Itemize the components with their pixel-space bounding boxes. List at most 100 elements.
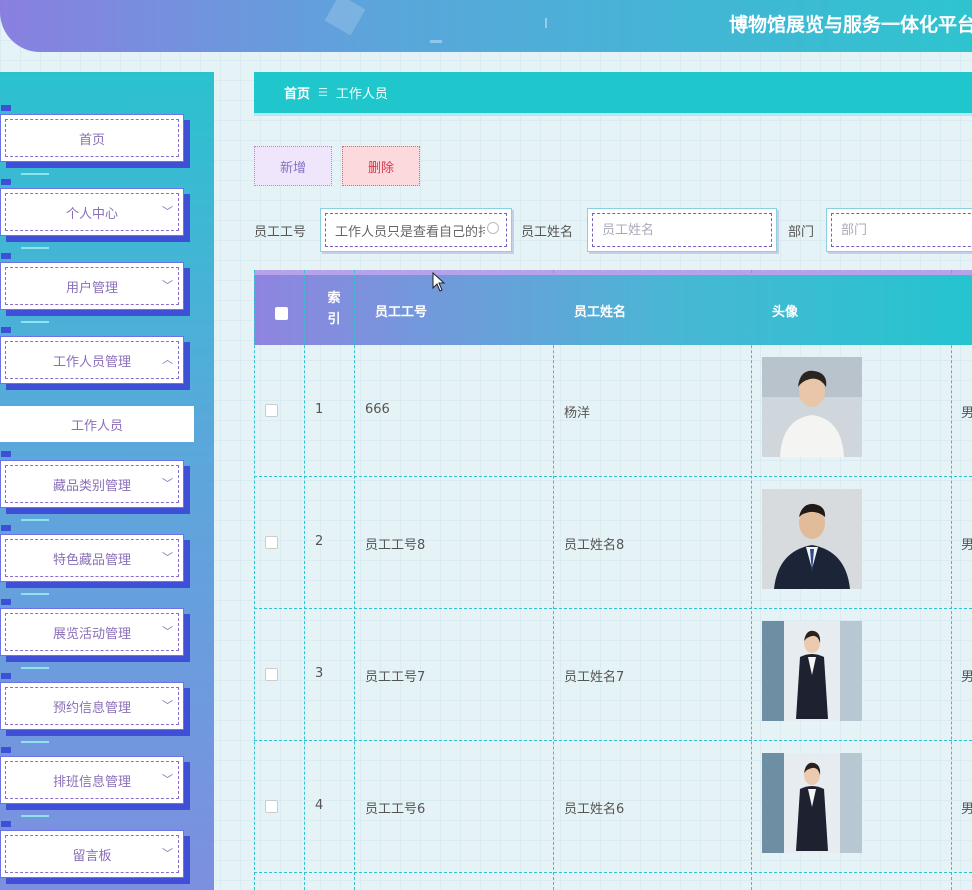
- department-input[interactable]: [841, 219, 959, 241]
- menu-decoration: [1, 253, 11, 259]
- breadcrumb-current: 工作人员: [335, 87, 388, 102]
- breadcrumb-home[interactable]: 首页: [284, 83, 310, 102]
- sidebar-item-personal-center[interactable]: 个人中心 ﹀: [0, 179, 184, 249]
- department-field[interactable]: [826, 208, 972, 252]
- sidebar-item-label: 预约信息管理: [5, 687, 179, 725]
- menu-decoration: [21, 741, 49, 743]
- chevron-down-icon: ﹀: [162, 477, 173, 490]
- clear-icon[interactable]: [487, 222, 499, 234]
- cell-staff-name: 员工姓名7: [564, 670, 625, 685]
- sidebar-item-user-management[interactable]: 用户管理 ﹀: [0, 253, 184, 323]
- sidebar-item-label: 留言板: [5, 835, 179, 873]
- sidebar-item-home[interactable]: 首页: [0, 105, 184, 175]
- column-divider: [951, 270, 952, 890]
- header-decoration: [430, 40, 442, 43]
- top-header: 博物馆展览与服务一体化平台: [0, 0, 972, 52]
- sidebar-item-exhibition[interactable]: 展览活动管理 ﹀: [0, 599, 184, 669]
- menu-decoration: [21, 321, 49, 323]
- table-header: 索引 员工工号 员工姓名 头像: [254, 270, 972, 345]
- staff-name-input[interactable]: [602, 219, 750, 241]
- menu-decoration: [1, 327, 11, 333]
- cell-index: 4: [315, 798, 324, 813]
- cell-staff-name: 杨洋: [564, 406, 591, 421]
- menu-decoration: [21, 173, 49, 175]
- sidebar-item-label: 特色藏品管理: [5, 539, 179, 577]
- sidebar-item-label: 工作人员管理: [5, 341, 179, 379]
- column-divider: [304, 270, 305, 890]
- cell-staff-id: 666: [365, 402, 390, 417]
- row-checkbox[interactable]: [265, 800, 278, 813]
- chevron-down-icon: ﹀: [162, 279, 173, 292]
- column-divider: [354, 270, 355, 890]
- menu-decoration: [1, 821, 11, 827]
- cell-staff-id: 员工工号8: [365, 538, 426, 553]
- chevron-down-icon: ﹀: [162, 625, 173, 638]
- column-header-index: 索引: [327, 291, 341, 327]
- menu-decoration: [1, 525, 11, 531]
- staff-id-label: 员工工号: [254, 225, 307, 240]
- chevron-down-icon: ﹀: [162, 551, 173, 564]
- sidebar-item-featured-collection[interactable]: 特色藏品管理 ﹀: [0, 525, 184, 595]
- row-divider: [254, 608, 972, 609]
- menu-decoration: [1, 179, 11, 185]
- sidebar-item-label: 排班信息管理: [5, 761, 179, 799]
- sidebar-item-label: 用户管理: [5, 267, 179, 305]
- cell-gender: 男: [961, 406, 972, 421]
- sidebar-item-collection-category[interactable]: 藏品类别管理 ﹀: [0, 451, 184, 521]
- sidebar-item-label: 首页: [5, 119, 179, 157]
- column-header-name[interactable]: 员工姓名: [574, 275, 626, 345]
- column-header-id[interactable]: 员工工号: [375, 275, 427, 345]
- cell-staff-id: 员工工号7: [365, 670, 426, 685]
- sidebar-item-label: 展览活动管理: [5, 613, 179, 651]
- chevron-down-icon: ﹀: [162, 773, 173, 786]
- breadcrumb: 首页 ☰ 工作人员: [254, 72, 972, 116]
- staff-id-field[interactable]: [320, 208, 512, 252]
- menu-decoration: [1, 747, 11, 753]
- sidebar: 首页 个人中心 ﹀ 用户管理 ﹀ 工作人员管理 ︿ 工作人员 藏品类别管理 ﹀ …: [0, 72, 214, 890]
- menu-decoration: [1, 599, 11, 605]
- menu-decoration: [21, 247, 49, 249]
- department-label: 部门: [788, 225, 815, 240]
- delete-button[interactable]: 删除: [342, 146, 420, 186]
- add-button[interactable]: 新增: [254, 146, 332, 186]
- menu-decoration: [1, 673, 11, 679]
- staff-id-input[interactable]: [335, 219, 485, 241]
- staff-name-field[interactable]: [587, 208, 777, 252]
- menu-decoration: [21, 815, 49, 817]
- breadcrumb-separator-icon: ☰: [318, 86, 328, 99]
- staff-table: 索引 员工工号 员工姓名 头像 1 666 杨洋 男 2 员工工号8 员工姓名8…: [254, 270, 972, 890]
- column-divider: [254, 270, 255, 890]
- avatar[interactable]: [762, 489, 862, 589]
- avatar[interactable]: [762, 357, 862, 457]
- cell-gender: 男: [961, 538, 972, 553]
- sidebar-item-reservation[interactable]: 预约信息管理 ﹀: [0, 673, 184, 743]
- sidebar-item-message-board[interactable]: 留言板 ﹀: [0, 821, 184, 878]
- cell-index: 1: [315, 402, 324, 417]
- sidebar-item-staff-management[interactable]: 工作人员管理 ︿: [0, 327, 184, 384]
- row-divider: [254, 476, 972, 477]
- column-header-avatar: 头像: [772, 304, 799, 320]
- cell-index: 2: [315, 534, 324, 549]
- row-checkbox[interactable]: [265, 668, 278, 681]
- sidebar-item-label: 个人中心: [5, 193, 179, 231]
- row-checkbox[interactable]: [265, 404, 278, 417]
- sidebar-subitem-staff[interactable]: 工作人员: [0, 406, 194, 442]
- row-divider: [254, 872, 972, 873]
- chevron-down-icon: ﹀: [162, 205, 173, 218]
- column-divider: [751, 270, 752, 890]
- sidebar-item-schedule[interactable]: 排班信息管理 ﹀: [0, 747, 184, 817]
- sidebar-item-label: 藏品类别管理: [5, 465, 179, 503]
- avatar[interactable]: [762, 621, 862, 721]
- menu-decoration: [21, 593, 49, 595]
- row-checkbox[interactable]: [265, 536, 278, 549]
- cell-index: 3: [315, 666, 324, 681]
- select-all-checkbox[interactable]: [275, 307, 288, 320]
- menu-decoration: [21, 667, 49, 669]
- cell-staff-id: 员工工号6: [365, 802, 426, 817]
- cell-staff-name: 员工姓名8: [564, 538, 625, 553]
- staff-name-label: 员工姓名: [521, 225, 574, 240]
- header-decoration: [545, 18, 547, 28]
- chevron-down-icon: ﹀: [162, 699, 173, 712]
- cell-gender: 男: [961, 802, 972, 817]
- avatar[interactable]: [762, 753, 862, 853]
